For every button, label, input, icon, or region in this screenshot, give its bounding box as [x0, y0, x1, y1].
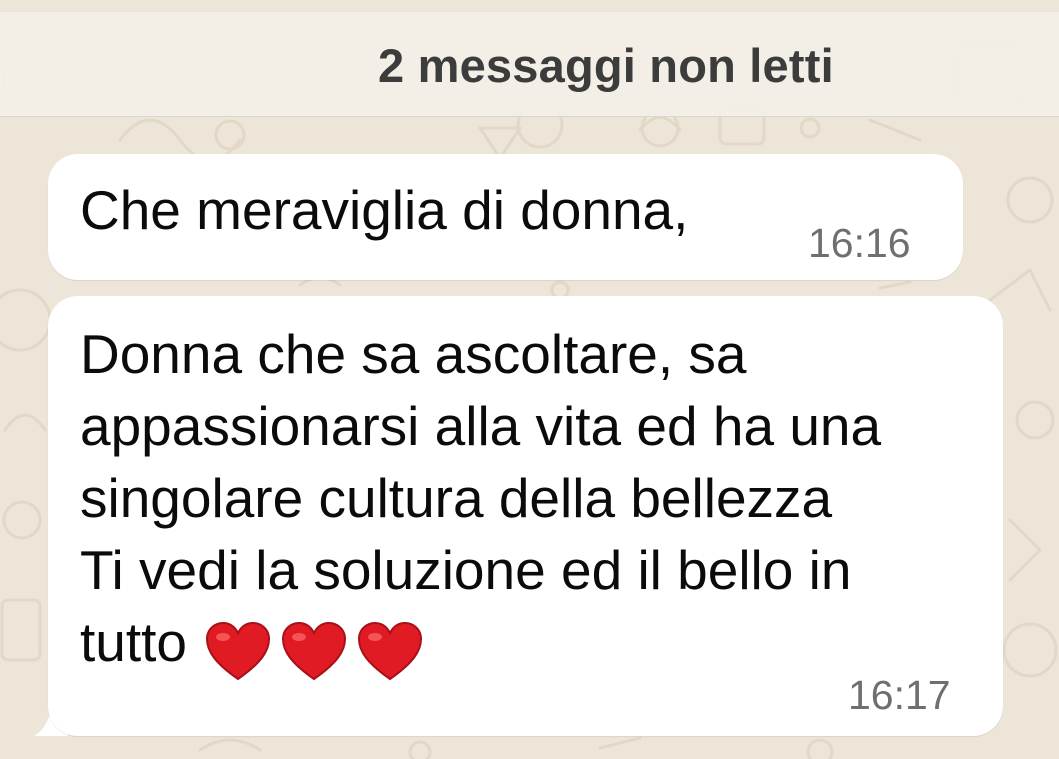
- message-line: appassionarsi alla vita ed ha una: [80, 395, 882, 457]
- message-bubble[interactable]: Che meraviglia di donna, 16:16: [48, 154, 963, 280]
- red-heart-icon: [358, 622, 423, 681]
- message-bubble[interactable]: Donna che sa ascoltare, sa appassionarsi…: [48, 296, 1003, 736]
- message-timestamp: 16:17: [848, 672, 951, 718]
- red-heart-icon: [206, 622, 271, 681]
- unread-messages-banner: 2 messaggi non letti: [0, 12, 1059, 117]
- message-line-text: tutto: [80, 611, 188, 673]
- red-heart-icon: [282, 622, 347, 681]
- message-line-last: tutto: [80, 606, 881, 684]
- message-line: Ti vedi la soluzione ed il bello in: [80, 539, 852, 601]
- heart-emoji-group: [205, 612, 433, 684]
- message-line: Donna che sa ascoltare, sa: [80, 323, 747, 385]
- message-timestamp: 16:16: [808, 220, 911, 266]
- message-text: Donna che sa ascoltare, sa appassionarsi…: [80, 318, 881, 684]
- message-text: Che meraviglia di donna,: [80, 174, 688, 246]
- message-line: singolare cultura della bellezza: [80, 467, 833, 529]
- unread-count-label: 2 messaggi non letti: [378, 39, 834, 92]
- message-line: Che meraviglia di donna,: [80, 179, 689, 241]
